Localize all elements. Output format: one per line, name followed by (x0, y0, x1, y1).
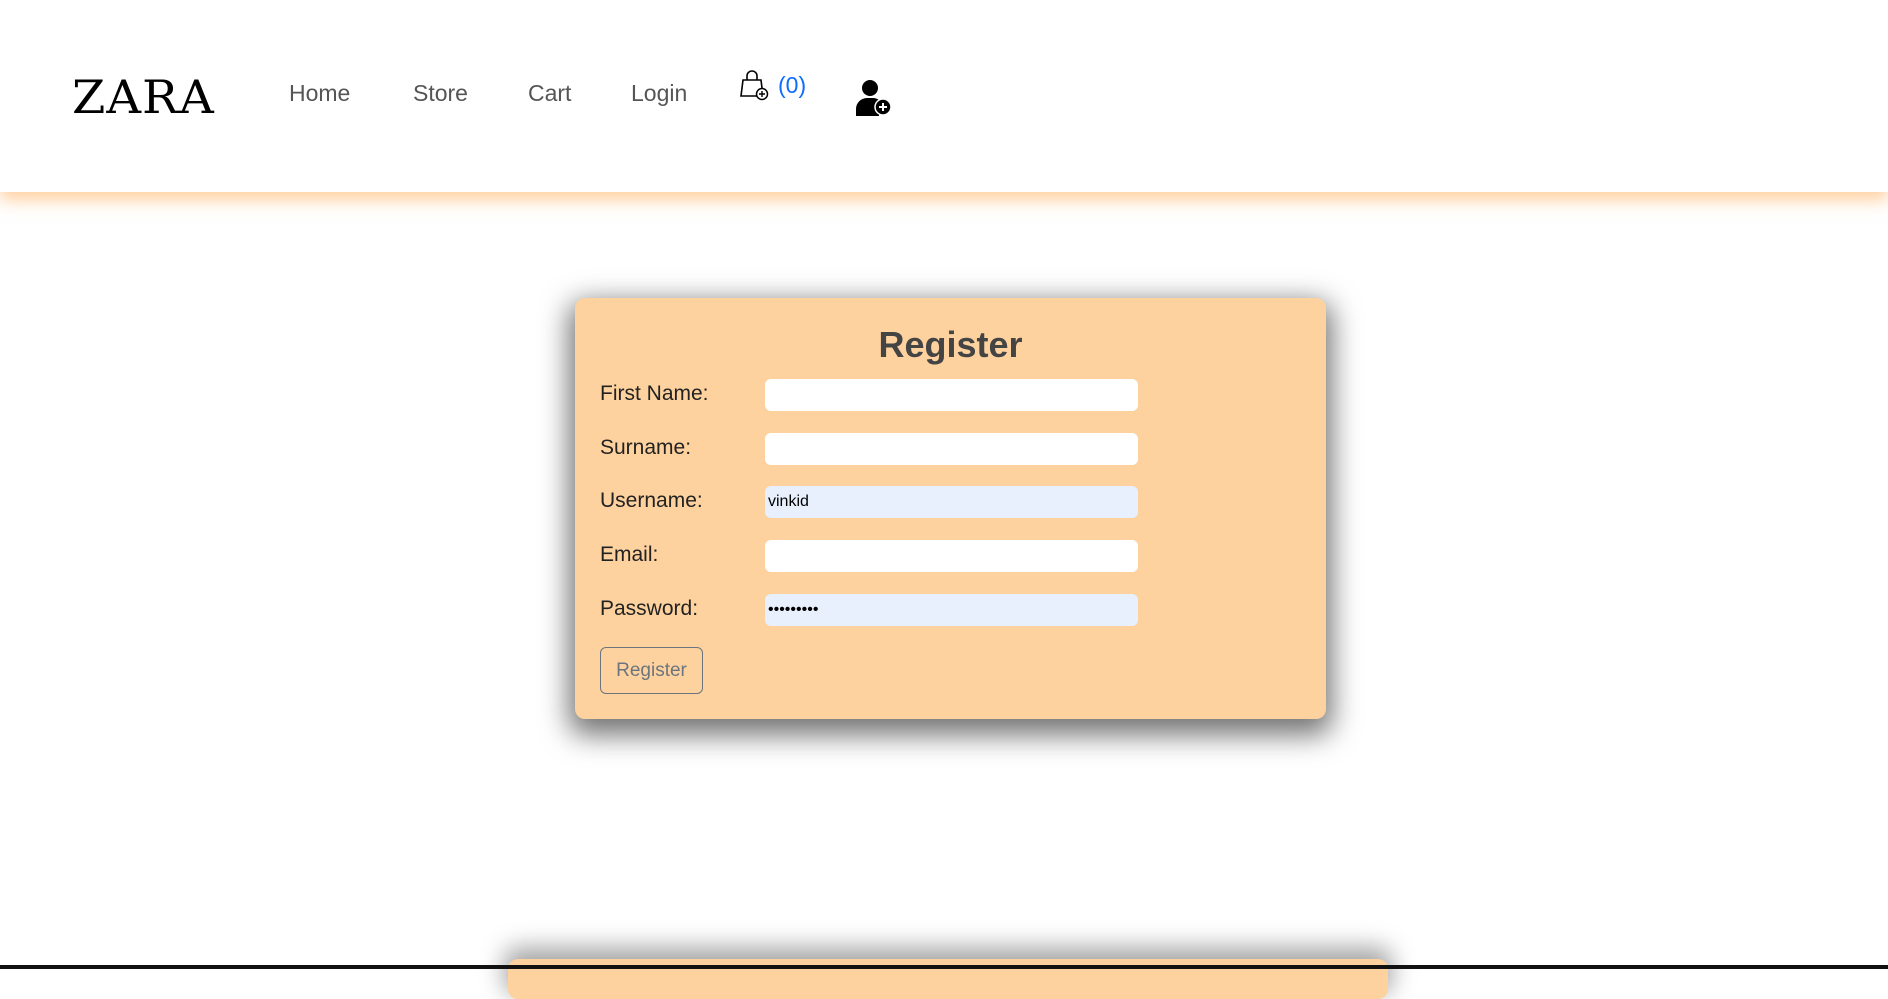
form-title: Register (878, 324, 1023, 365)
register-card: Register First Name: Surname: Username: … (575, 298, 1326, 719)
nav-store[interactable]: Store (413, 80, 468, 107)
password-input[interactable] (765, 594, 1138, 626)
bottom-divider (0, 965, 1888, 969)
nav-login[interactable]: Login (631, 80, 687, 107)
surname-input[interactable] (765, 433, 1138, 465)
cart-count[interactable]: (0) (778, 72, 806, 99)
shopping-bag-plus-icon[interactable] (740, 70, 770, 106)
password-label: Password: (600, 597, 699, 620)
username-label: Username: (600, 489, 703, 512)
header: ZARA Home Store Cart Login (0) (0, 0, 1888, 192)
email-label: Email: (600, 543, 659, 566)
logo[interactable]: ZARA (72, 71, 215, 124)
username-input[interactable] (765, 486, 1138, 518)
surname-label: Surname: (600, 436, 692, 459)
nav-cart[interactable]: Cart (528, 80, 571, 107)
first-name-input[interactable] (765, 379, 1138, 411)
user-plus-icon[interactable] (856, 79, 892, 120)
register-button[interactable]: Register (600, 647, 703, 694)
nav-home[interactable]: Home (289, 80, 350, 107)
email-input[interactable] (765, 540, 1138, 572)
first-name-label: First Name: (600, 382, 709, 405)
